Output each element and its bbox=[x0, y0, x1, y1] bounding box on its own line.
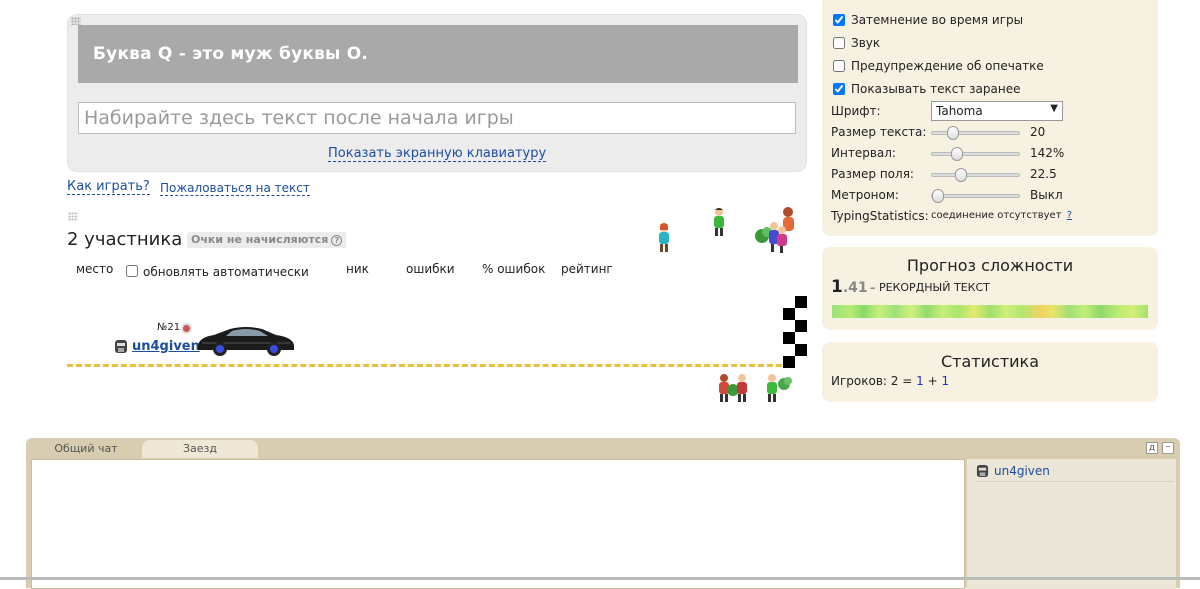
typo-warning-label: Предупреждение об опечатке bbox=[851, 59, 1044, 73]
tab-general-chat[interactable]: Общий чат bbox=[30, 440, 142, 458]
game-text: Буква Q - это муж буквы О. bbox=[78, 25, 798, 83]
points-badge-label: Очки не начисляются bbox=[191, 233, 329, 246]
field-size-slider[interactable] bbox=[931, 168, 1020, 182]
slider-knob[interactable] bbox=[932, 189, 944, 203]
finish-flag-icon bbox=[783, 296, 807, 368]
show-text-label: Показывать текст заранее bbox=[851, 82, 1021, 96]
players-label: Игроков: bbox=[831, 374, 887, 388]
tab-race-chat[interactable]: Заезд bbox=[142, 440, 258, 458]
avatar bbox=[976, 464, 989, 478]
typo-warning-setting[interactable]: Предупреждение об опечатке bbox=[831, 59, 1044, 73]
column-errors: ошибки bbox=[406, 262, 455, 276]
difficulty-value: 1.41 bbox=[831, 277, 868, 297]
drag-handle-icon[interactable] bbox=[68, 212, 78, 221]
difficulty-value-int: 1 bbox=[831, 277, 843, 297]
stats-panel bbox=[822, 342, 1158, 402]
car-icon bbox=[198, 327, 294, 356]
rank-icon bbox=[181, 323, 192, 334]
chat-user-name[interactable]: un4given bbox=[994, 464, 1050, 478]
chat-user-item[interactable]: un4given bbox=[976, 464, 1050, 478]
column-place: место bbox=[76, 262, 114, 276]
show-keyboard-link[interactable]: Показать экранную клавиатуру bbox=[328, 146, 547, 162]
players-count-a: 1 bbox=[916, 374, 924, 388]
field-size-label: Размер поля: bbox=[831, 167, 914, 181]
player-name-link[interactable]: un4given bbox=[132, 339, 200, 354]
difficulty-heatmap-bar bbox=[832, 305, 1148, 318]
spectator-group-icon bbox=[719, 374, 792, 402]
typing-stats-help-link[interactable]: ? bbox=[1067, 210, 1072, 221]
text-size-label: Размер текста: bbox=[831, 125, 927, 139]
show-text-setting[interactable]: Показывать текст заранее bbox=[831, 82, 1020, 96]
sound-label: Звук bbox=[851, 36, 881, 50]
points-badge: Очки не начисляются? bbox=[187, 232, 347, 248]
column-nick: ник bbox=[346, 262, 369, 276]
difficulty-text: – РЕКОРДНЫЙ ТЕКСТ bbox=[870, 281, 990, 294]
slider-knob[interactable] bbox=[947, 126, 959, 140]
metronome-value: Выкл bbox=[1030, 188, 1063, 202]
interval-slider[interactable] bbox=[931, 147, 1020, 161]
divider bbox=[976, 481, 1174, 482]
font-label: Шрифт: bbox=[831, 104, 881, 118]
font-select[interactable]: Tahoma ▼ bbox=[931, 101, 1063, 121]
avatar bbox=[115, 340, 127, 353]
typing-stats-status-text: соединение отсутствует bbox=[931, 210, 1062, 221]
darken-setting[interactable]: Затемнение во время игры bbox=[831, 13, 1023, 27]
participants-title: 2 участника bbox=[67, 229, 183, 250]
spectator-icon bbox=[714, 208, 724, 236]
stats-title: Статистика bbox=[941, 352, 1039, 371]
player-rank: №21 bbox=[157, 322, 181, 333]
text-size-value: 20 bbox=[1030, 125, 1046, 139]
how-to-play-link[interactable]: Как играть? bbox=[67, 179, 150, 195]
sound-setting[interactable]: Звук bbox=[831, 36, 880, 50]
slider-knob[interactable] bbox=[955, 168, 967, 182]
column-rating: рейтинг bbox=[561, 262, 613, 276]
auto-update-checkbox[interactable] bbox=[126, 265, 138, 277]
interval-value: 142% bbox=[1030, 146, 1065, 160]
column-error-percent: % ошибок bbox=[482, 262, 546, 276]
difficulty-value-dec: .41 bbox=[842, 280, 868, 296]
difficulty-title: Прогноз сложности bbox=[906, 256, 1074, 275]
chat-pin-button[interactable]: д bbox=[1146, 442, 1158, 454]
chat-messages-area[interactable] bbox=[31, 459, 965, 589]
text-size-slider[interactable] bbox=[931, 126, 1020, 140]
complain-text-link[interactable]: Пожаловаться на текст bbox=[160, 181, 310, 196]
players-total: 2 bbox=[890, 374, 899, 388]
dropdown-arrow-icon: ▼ bbox=[1050, 103, 1058, 114]
typing-input[interactable] bbox=[78, 102, 796, 134]
typo-warning-checkbox[interactable] bbox=[833, 60, 845, 72]
race-track-line bbox=[67, 364, 782, 367]
darken-checkbox[interactable] bbox=[833, 14, 845, 26]
field-size-value: 22.5 bbox=[1030, 167, 1057, 181]
help-icon[interactable]: ? bbox=[331, 235, 343, 246]
show-text-checkbox[interactable] bbox=[833, 83, 845, 95]
players-equals: = bbox=[902, 374, 913, 388]
spectator-group-icon bbox=[755, 207, 794, 253]
sound-checkbox[interactable] bbox=[833, 37, 845, 49]
stats-players: Игроков: 2 = 1 + 1 bbox=[831, 374, 949, 388]
drag-handle-icon[interactable] bbox=[71, 17, 81, 25]
font-select-value: Tahoma bbox=[936, 104, 983, 118]
typing-stats-status: соединение отсутствует ? bbox=[931, 210, 1072, 221]
metronome-slider[interactable] bbox=[931, 189, 1020, 203]
typing-panel: Буква Q - это муж буквы О. Показать экра… bbox=[67, 14, 807, 172]
players-plus: + bbox=[927, 374, 938, 388]
auto-update-label: обновлять автоматически bbox=[143, 265, 309, 279]
metronome-label: Метроном: bbox=[831, 188, 899, 202]
darken-label: Затемнение во время игры bbox=[851, 13, 1024, 27]
slider-knob[interactable] bbox=[951, 147, 963, 161]
typing-stats-label: TypingStatistics: bbox=[831, 209, 929, 223]
players-count-b: 1 bbox=[941, 374, 950, 388]
chat-minimize-button[interactable]: – bbox=[1162, 442, 1174, 454]
spectator-icon bbox=[659, 223, 669, 252]
interval-label: Интервал: bbox=[831, 146, 896, 160]
chat-users-list bbox=[967, 459, 1176, 589]
